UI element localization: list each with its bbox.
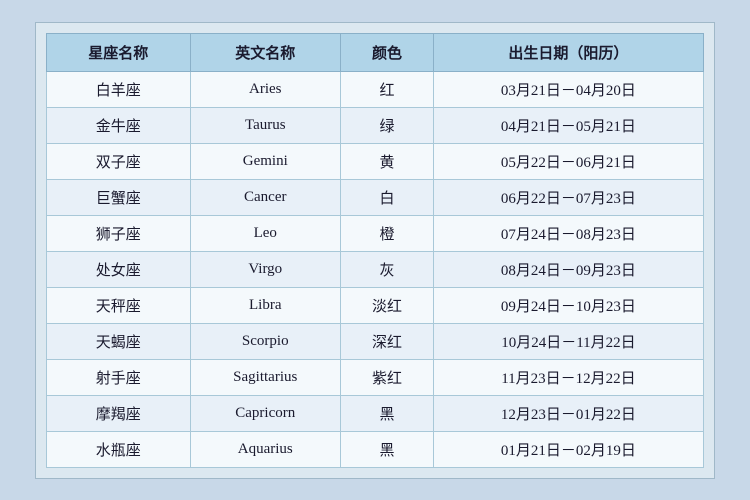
cell-english: Scorpio [190, 323, 341, 359]
table-row: 摩羯座Capricorn黑12月23日－01月22日 [47, 395, 704, 431]
cell-english: Cancer [190, 179, 341, 215]
cell-color: 白 [341, 179, 434, 215]
cell-color: 淡红 [341, 287, 434, 323]
cell-english: Sagittarius [190, 359, 341, 395]
cell-dates: 03月21日－04月20日 [433, 71, 703, 107]
table-row: 双子座Gemini黄05月22日－06月21日 [47, 143, 704, 179]
cell-english: Capricorn [190, 395, 341, 431]
cell-dates: 01月21日－02月19日 [433, 431, 703, 467]
cell-dates: 12月23日－01月22日 [433, 395, 703, 431]
cell-color: 紫红 [341, 359, 434, 395]
table-row: 水瓶座Aquarius黑01月21日－02月19日 [47, 431, 704, 467]
table-row: 处女座Virgo灰08月24日－09月23日 [47, 251, 704, 287]
table-header-row: 星座名称 英文名称 颜色 出生日期（阳历） [47, 33, 704, 71]
table-row: 射手座Sagittarius紫红11月23日－12月22日 [47, 359, 704, 395]
cell-chinese: 白羊座 [47, 71, 191, 107]
cell-english: Gemini [190, 143, 341, 179]
cell-dates: 07月24日－08月23日 [433, 215, 703, 251]
cell-dates: 06月22日－07月23日 [433, 179, 703, 215]
cell-chinese: 天蝎座 [47, 323, 191, 359]
cell-color: 黑 [341, 395, 434, 431]
cell-english: Libra [190, 287, 341, 323]
cell-color: 深红 [341, 323, 434, 359]
table-body: 白羊座Aries红03月21日－04月20日金牛座Taurus绿04月21日－0… [47, 71, 704, 467]
table-row: 狮子座Leo橙07月24日－08月23日 [47, 215, 704, 251]
cell-chinese: 摩羯座 [47, 395, 191, 431]
cell-dates: 08月24日－09月23日 [433, 251, 703, 287]
cell-english: Leo [190, 215, 341, 251]
cell-chinese: 天秤座 [47, 287, 191, 323]
cell-chinese: 水瓶座 [47, 431, 191, 467]
header-color: 颜色 [341, 33, 434, 71]
header-english-name: 英文名称 [190, 33, 341, 71]
cell-dates: 10月24日－11月22日 [433, 323, 703, 359]
table-row: 天蝎座Scorpio深红10月24日－11月22日 [47, 323, 704, 359]
cell-dates: 09月24日－10月23日 [433, 287, 703, 323]
cell-english: Aries [190, 71, 341, 107]
cell-english: Aquarius [190, 431, 341, 467]
cell-chinese: 巨蟹座 [47, 179, 191, 215]
header-dates: 出生日期（阳历） [433, 33, 703, 71]
table-row: 白羊座Aries红03月21日－04月20日 [47, 71, 704, 107]
zodiac-table: 星座名称 英文名称 颜色 出生日期（阳历） 白羊座Aries红03月21日－04… [46, 33, 704, 468]
cell-chinese: 处女座 [47, 251, 191, 287]
zodiac-table-container: 星座名称 英文名称 颜色 出生日期（阳历） 白羊座Aries红03月21日－04… [35, 22, 715, 479]
cell-dates: 05月22日－06月21日 [433, 143, 703, 179]
table-row: 巨蟹座Cancer白06月22日－07月23日 [47, 179, 704, 215]
table-row: 天秤座Libra淡红09月24日－10月23日 [47, 287, 704, 323]
cell-color: 绿 [341, 107, 434, 143]
cell-chinese: 双子座 [47, 143, 191, 179]
cell-color: 黑 [341, 431, 434, 467]
cell-dates: 11月23日－12月22日 [433, 359, 703, 395]
header-chinese-name: 星座名称 [47, 33, 191, 71]
table-row: 金牛座Taurus绿04月21日－05月21日 [47, 107, 704, 143]
cell-color: 橙 [341, 215, 434, 251]
cell-color: 灰 [341, 251, 434, 287]
cell-color: 红 [341, 71, 434, 107]
cell-color: 黄 [341, 143, 434, 179]
cell-dates: 04月21日－05月21日 [433, 107, 703, 143]
cell-chinese: 狮子座 [47, 215, 191, 251]
cell-chinese: 射手座 [47, 359, 191, 395]
cell-chinese: 金牛座 [47, 107, 191, 143]
cell-english: Virgo [190, 251, 341, 287]
cell-english: Taurus [190, 107, 341, 143]
